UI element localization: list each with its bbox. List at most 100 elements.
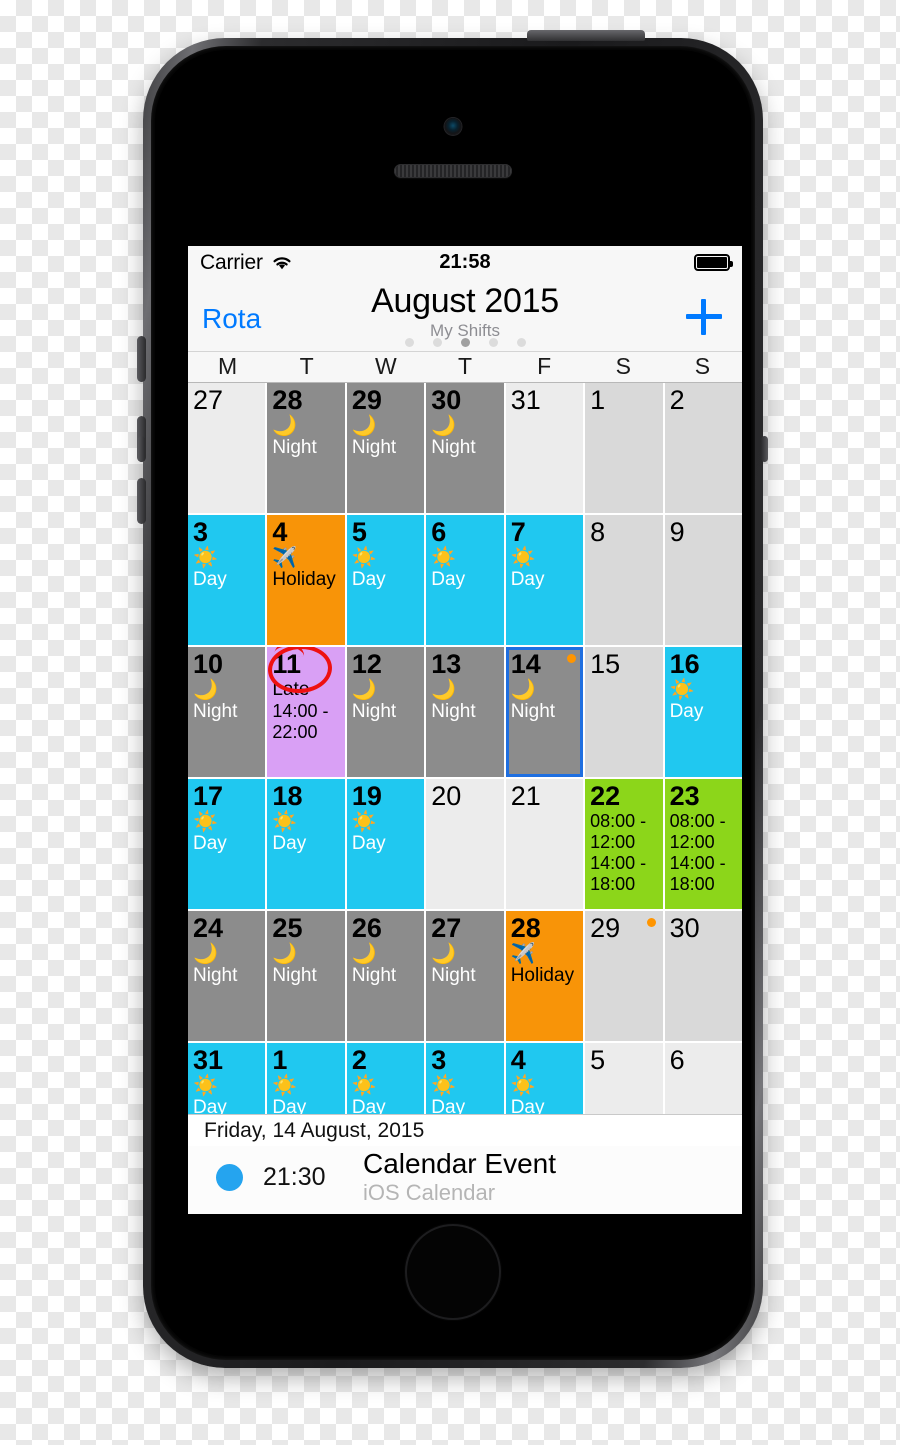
sun-icon: ☀️ (351, 811, 377, 833)
sun-icon: ☀️ (431, 1075, 457, 1097)
calendar-day-cell[interactable]: 28 🌙 Night (267, 383, 345, 513)
event-title: Calendar Event (363, 1148, 557, 1179)
shift-label: Day (351, 833, 386, 854)
calendar-day-cell[interactable]: 22 08:00 - 12:00 14:00 - 18:00 (585, 779, 663, 909)
device-front-glass: Carrier 21:58 Rota August 2015 My Shifts… (155, 50, 751, 1356)
day-number: 19 (351, 781, 382, 811)
shift-label: Day (351, 569, 386, 590)
battery-icon (694, 254, 733, 271)
calendar-month-grid[interactable]: 27 28 🌙 Night 29 🌙 Night 30 🌙 Night 31 1 2 3 ☀️ Day 4 ✈️ H… (188, 383, 742, 1173)
earpiece-speaker-icon (394, 164, 512, 178)
calendar-day-cell[interactable]: 17 ☀️ Day (188, 779, 266, 909)
day-number: 17 (193, 781, 224, 811)
calendar-day-cell[interactable]: 15 (585, 647, 663, 777)
day-number: 24 (193, 913, 224, 943)
sun-icon: ☀️ (669, 679, 695, 701)
calendar-day-cell[interactable]: 21 (505, 779, 584, 909)
calendar-day-cell[interactable]: 10 🌙 Night (188, 647, 266, 777)
shift-label: Holiday (510, 965, 575, 986)
status-bar-clock: 21:58 (439, 251, 491, 273)
page-dot-4[interactable] (488, 338, 498, 347)
calendar-day-cell[interactable]: 29 (585, 911, 663, 1041)
shift-times: 14:00 - 22:00 (272, 701, 329, 742)
calendar-color-dot-icon (216, 1163, 243, 1191)
event-list-item[interactable]: 21:30 Calendar Event iOS Calendar (188, 1146, 742, 1214)
calendar-day-cell[interactable]: 27 (188, 383, 266, 513)
sun-icon: ☀️ (193, 1075, 218, 1097)
calendar-day-cell[interactable]: 5 ☀️ Day (346, 515, 425, 645)
selected-day-event-panel: Friday, 14 August, 2015 21:30 Calendar Ev… (188, 1114, 742, 1214)
calendar-day-cell[interactable]: 18 ☀️ Day (267, 779, 345, 909)
moon-icon: 🌙 (431, 415, 457, 437)
status-bar-left: Carrier (200, 251, 294, 275)
page-title: August 2015 (371, 282, 559, 320)
calendar-day-cell[interactable]: 23 08:00 - 12:00 14:00 - 18:00 (664, 779, 742, 909)
calendar-day-cell[interactable]: 3 ☀️ Day (188, 515, 266, 645)
calendar-day-cell[interactable]: 24 🌙 Night (188, 911, 266, 1041)
calendar-day-cell[interactable]: 7 ☀️ Day (505, 515, 584, 645)
calendar-day-cell[interactable]: 13 🌙 Night (426, 647, 504, 777)
day-number: 12 (351, 649, 382, 679)
day-number: 11 (272, 649, 301, 679)
calendar-day-cell[interactable]: 16 ☀️ Day (664, 647, 742, 777)
calendar-day-cell[interactable]: 31 (505, 383, 584, 513)
day-number: 30 (431, 385, 462, 415)
calendar-day-cell[interactable]: 1 (585, 383, 663, 513)
day-number: 28 (272, 385, 303, 415)
page-dot-1[interactable] (404, 338, 414, 347)
airplane-icon: ✈️ (272, 547, 298, 569)
day-number: 27 (193, 385, 224, 415)
battery-level-fill (697, 257, 727, 268)
volume-down-button[interactable] (137, 478, 146, 524)
sun-icon: ☀️ (510, 547, 536, 569)
calendar-day-cell[interactable]: 28 ✈️ Holiday (505, 911, 584, 1041)
calendar-day-cell[interactable]: 27 🌙 Night (426, 911, 504, 1041)
calendar-day-cell[interactable]: 12 🌙 Night (346, 647, 425, 777)
screenshot-canvas: Carrier 21:58 Rota August 2015 My Shifts… (0, 0, 900, 1445)
calendar-day-cell[interactable]: 9 (664, 515, 742, 645)
moon-icon: 🌙 (351, 943, 377, 965)
add-shift-button[interactable] (686, 299, 722, 335)
page-indicator[interactable] (188, 338, 742, 347)
calendar-day-cell[interactable]: 26 🌙 Night (346, 911, 425, 1041)
shift-label: Day (510, 569, 545, 590)
weekday-header-5: S (615, 353, 631, 379)
day-number: 2 (351, 1045, 367, 1075)
shift-label: Day (272, 833, 307, 854)
shift-label: Night (272, 437, 317, 458)
day-number: 18 (272, 781, 303, 811)
calendar-day-cell[interactable]: 30 (664, 911, 742, 1041)
calendar-day-cell[interactable]: 19 ☀️ Day (346, 779, 425, 909)
shift-label: Night (431, 437, 476, 458)
sun-icon: ☀️ (431, 547, 457, 569)
day-number: 7 (510, 517, 526, 547)
day-number: 15 (590, 649, 621, 679)
calendar-day-cell[interactable]: 29 🌙 Night (346, 383, 425, 513)
calendar-day-cell[interactable]: 2 (664, 383, 742, 513)
mute-switch[interactable] (137, 336, 146, 382)
event-list[interactable]: 21:30 Calendar Event iOS Calendar (188, 1146, 742, 1214)
page-dot-3[interactable] (460, 338, 470, 347)
carrier-label: Carrier (200, 250, 263, 274)
shift-label: Day (431, 569, 466, 590)
calendar-day-cell[interactable]: 4 ✈️ Holiday (267, 515, 345, 645)
moon-icon: 🌙 (351, 679, 377, 701)
calendar-day-cell[interactable]: 25 🌙 Night (267, 911, 345, 1041)
calendar-day-cell[interactable]: 8 (585, 515, 663, 645)
page-dot-5[interactable] (516, 338, 526, 347)
event-calendar-name: iOS Calendar (363, 1180, 496, 1205)
front-camera-icon (444, 118, 462, 135)
calendar-day-cell[interactable]: 6 ☀️ Day (426, 515, 504, 645)
day-number: 3 (431, 1045, 447, 1075)
home-button[interactable] (405, 1224, 501, 1320)
power-button[interactable] (527, 30, 645, 41)
calendar-day-cell[interactable]: 14 🌙 Night (505, 647, 584, 777)
wifi-icon (273, 256, 291, 269)
weekday-header-0: M (217, 353, 238, 379)
moon-icon: 🌙 (272, 943, 298, 965)
page-dot-2[interactable] (432, 338, 442, 347)
calendar-day-cell[interactable]: 20 (426, 779, 504, 909)
weekday-header-1: T (299, 353, 314, 379)
calendar-day-cell[interactable]: 11 Late 14:00 - 22:00 (267, 647, 345, 777)
calendar-day-cell[interactable]: 30 🌙 Night (426, 383, 504, 513)
